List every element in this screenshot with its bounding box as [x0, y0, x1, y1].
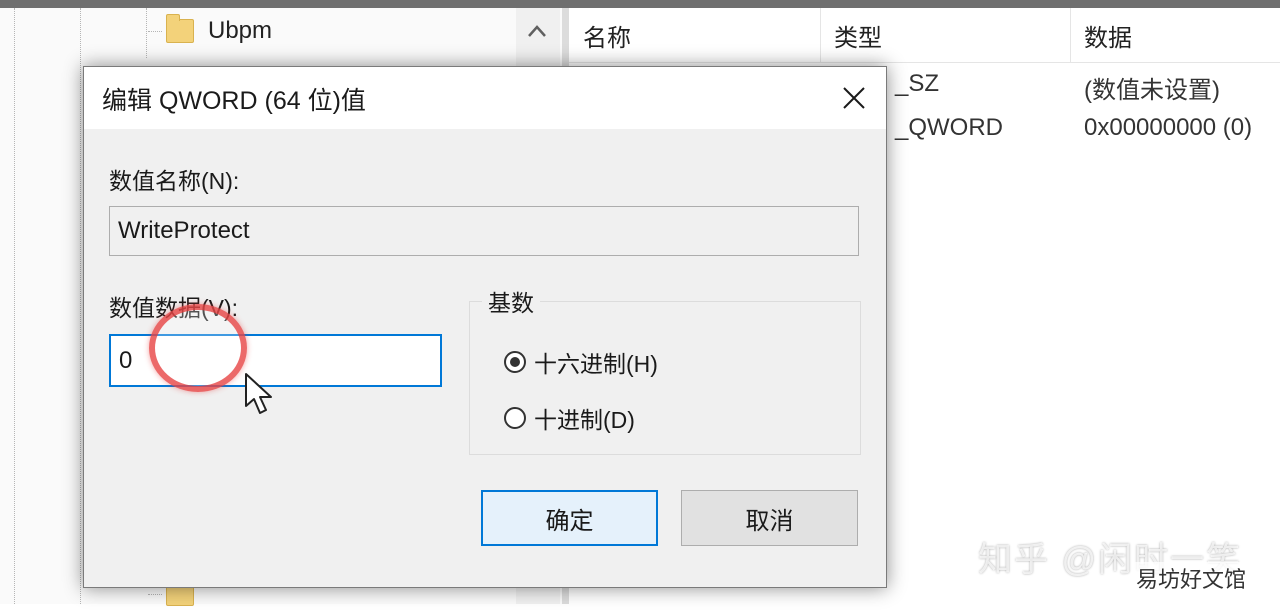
column-header-name[interactable]: 名称: [569, 8, 820, 62]
tree-guide-line: [14, 8, 15, 604]
row-type-cell[interactable]: _QWORD: [895, 114, 1003, 142]
tree-connector: [148, 593, 162, 595]
mouse-cursor-icon: [245, 373, 272, 414]
column-header-data[interactable]: 数据: [1070, 8, 1280, 62]
folder-icon: [166, 14, 194, 43]
radix-group: 基数 十六进制(H) 十进制(D): [469, 284, 861, 455]
dialog-titlebar[interactable]: 编辑 QWORD (64 位)值: [84, 67, 886, 129]
site-watermark: 易坊好文馆: [1132, 562, 1251, 594]
value-name-field[interactable]: WriteProtect: [109, 206, 859, 256]
row-type-cell[interactable]: _SZ: [895, 70, 939, 98]
tree-item-label: Ubpm: [208, 17, 273, 44]
ok-button[interactable]: 确定: [481, 490, 658, 546]
scroll-up-icon[interactable]: [522, 16, 552, 46]
window-top-border: [0, 0, 1280, 8]
click-highlight-ring: [149, 304, 247, 392]
tree-guide-line: [80, 8, 81, 604]
column-header-type[interactable]: 类型: [820, 8, 1070, 62]
value-name-label: 数值名称(N):: [109, 168, 240, 194]
radio-checked-icon[interactable]: [504, 351, 526, 373]
radio-hexadecimal[interactable]: 十六进制(H): [504, 345, 658, 379]
row-data-cell[interactable]: 0x00000000 (0): [1084, 114, 1252, 142]
list-header: 名称 类型 数据: [569, 8, 1280, 63]
value-data-text: 0: [119, 346, 133, 374]
radio-hexadecimal-label[interactable]: 十六进制(H): [534, 345, 658, 379]
dialog-title: 编辑 QWORD (64 位)值: [102, 87, 366, 115]
radio-unchecked-icon[interactable]: [504, 407, 526, 429]
radio-decimal-label[interactable]: 十进制(D): [534, 401, 635, 435]
close-button[interactable]: [830, 75, 878, 121]
row-data-cell[interactable]: (数值未设置): [1084, 70, 1220, 105]
close-icon: [843, 87, 865, 109]
tree-item-ubpm[interactable]: Ubpm: [148, 11, 272, 51]
radio-decimal[interactable]: 十进制(D): [504, 401, 635, 435]
cancel-button[interactable]: 取消: [681, 490, 858, 546]
tree-guide-line: [146, 8, 147, 58]
tree-connector: [148, 30, 162, 32]
radix-legend: 基数: [482, 284, 540, 318]
value-name-text: WriteProtect: [118, 217, 250, 244]
